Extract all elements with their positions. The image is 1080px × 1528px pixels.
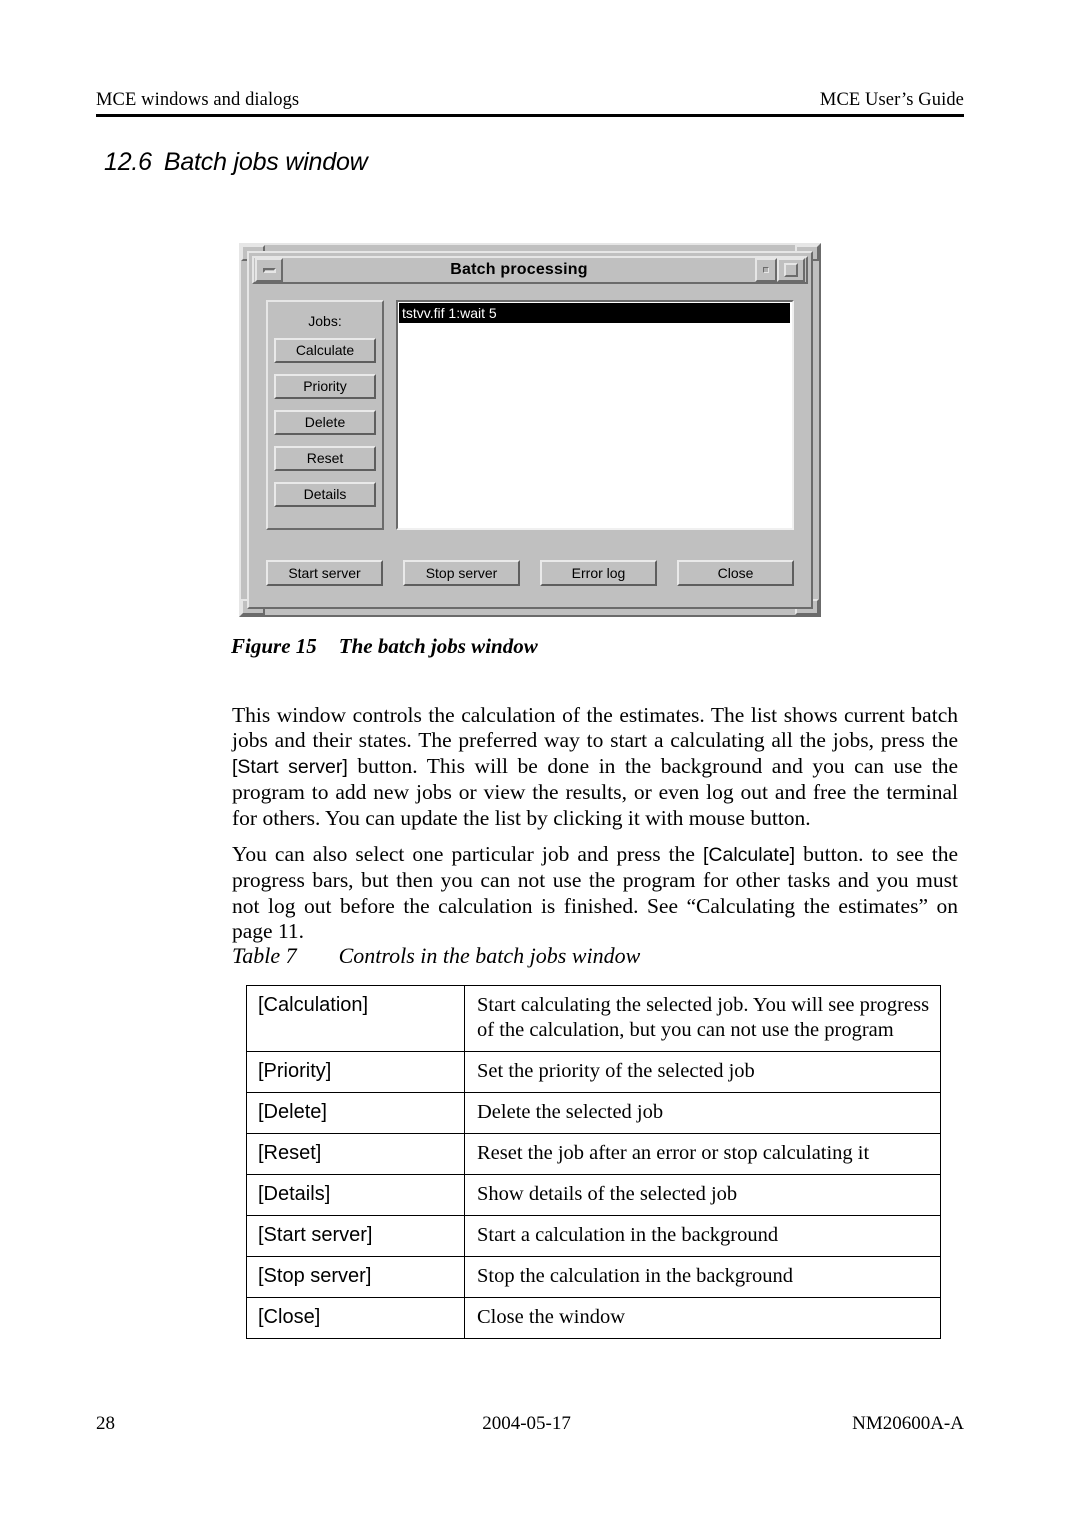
maximize-button[interactable] (777, 258, 805, 282)
footer-document-id: NM20600A-A (852, 1413, 964, 1434)
window-frame: Batch processing Jobs: Calculate Priorit… (239, 243, 821, 617)
calculate-button[interactable]: Calculate (274, 338, 376, 363)
header-right-text: MCE User’s Guide (819, 90, 964, 110)
window-client-area: Jobs: Calculate Priority Delete Reset De… (252, 286, 808, 604)
table-row: [Close] Close the window (246, 1297, 941, 1339)
control-description: Stop the calculation in the background (464, 1256, 941, 1298)
figure-caption-label: Figure 15 (231, 634, 317, 658)
controls-table: [Calculation] Start calculating the sele… (246, 985, 941, 1339)
error-log-button[interactable]: Error log (540, 560, 657, 586)
figure-caption-text: The batch jobs window (338, 634, 538, 658)
control-name: [Stop server] (246, 1256, 465, 1298)
table-row: [Details] Show details of the selected j… (246, 1174, 941, 1216)
page-title: 12.6 Batch jobs window (104, 148, 368, 177)
page-number: 28 (96, 1413, 115, 1434)
control-description: Set the priority of the selected job (464, 1051, 941, 1093)
start-server-reference: [Start server] (232, 755, 348, 778)
table-row: [Stop server] Stop the calculation in th… (246, 1256, 941, 1298)
control-description: Close the window (464, 1297, 941, 1339)
window-inner: Batch processing Jobs: Calculate Priorit… (247, 251, 813, 609)
details-button[interactable]: Details (274, 482, 376, 507)
minimize-icon (262, 267, 276, 273)
reset-button[interactable]: Reset (274, 446, 376, 471)
section-number: 12.6 (104, 148, 152, 176)
header-rule (96, 114, 964, 117)
action-button-row: Start server Stop server Error log Close (266, 560, 794, 586)
table-row: [Reset] Reset the job after an error or … (246, 1133, 941, 1175)
section-title: Batch jobs window (163, 148, 368, 176)
window-titlebar[interactable]: Batch processing (252, 256, 808, 284)
delete-button[interactable]: Delete (274, 410, 376, 435)
table-caption-label: Table 7 (232, 943, 297, 968)
table-caption: Table 7 Controls in the batch jobs window (232, 943, 640, 969)
window-title: Batch processing (450, 261, 588, 278)
control-name: [Details] (246, 1174, 465, 1216)
table-row: [Delete] Delete the selected job (246, 1092, 941, 1134)
start-server-button[interactable]: Start server (266, 560, 383, 586)
figure-batch-jobs-window: Batch processing Jobs: Calculate Priorit… (239, 243, 821, 617)
priority-button[interactable]: Priority (274, 374, 376, 399)
list-item[interactable]: tstvv.fif 1:wait 5 (399, 303, 790, 323)
control-name: [Reset] (246, 1133, 465, 1175)
table-caption-text: Controls in the batch jobs window (338, 943, 641, 968)
jobs-panel: Jobs: Calculate Priority Delete Reset De… (266, 300, 384, 530)
control-name: [Delete] (246, 1092, 465, 1134)
stop-server-button[interactable]: Stop server (403, 560, 520, 586)
footer-date: 2004-05-17 (482, 1413, 571, 1434)
calculate-reference: [Calculate] (702, 843, 796, 866)
table-row: [Priority] Set the priority of the selec… (246, 1051, 941, 1093)
body-paragraph-2: You can also select one particular job a… (232, 842, 958, 945)
page-footer: 28 2004-05-17 NM20600A-A (96, 1413, 964, 1435)
control-description: Reset the job after an error or stop cal… (464, 1133, 941, 1175)
table-row: [Start server] Start a calculation in th… (246, 1215, 941, 1257)
restore-button[interactable] (755, 258, 777, 282)
control-description: Start calculating the selected job. You … (464, 985, 941, 1052)
job-list[interactable]: tstvv.fif 1:wait 5 (396, 300, 794, 530)
body-paragraph-1: This window controls the calculation of … (232, 703, 958, 832)
control-description: Delete the selected job (464, 1092, 941, 1134)
header-left-text: MCE windows and dialogs (96, 90, 300, 110)
minimize-button[interactable] (255, 258, 283, 282)
control-description: Show details of the selected job (464, 1174, 941, 1216)
control-name: [Calculation] (246, 985, 465, 1052)
restore-icon (763, 267, 769, 273)
page-header: MCE windows and dialogs MCE User’s Guide (96, 90, 964, 117)
control-name: [Priority] (246, 1051, 465, 1093)
control-name: [Start server] (246, 1215, 465, 1257)
maximize-icon (784, 263, 798, 277)
figure-caption: Figure 15 The batch jobs window (231, 634, 538, 659)
table-row: [Calculation] Start calculating the sele… (246, 985, 941, 1052)
paragraph-2-text-before: You can also select one particular job a… (232, 841, 703, 866)
control-name: [Close] (246, 1297, 465, 1339)
close-button[interactable]: Close (677, 560, 794, 586)
control-description: Start a calculation in the background (464, 1215, 941, 1257)
paragraph-1-text-before: This window controls the calculation of … (232, 702, 958, 753)
jobs-label: Jobs: (308, 313, 342, 329)
